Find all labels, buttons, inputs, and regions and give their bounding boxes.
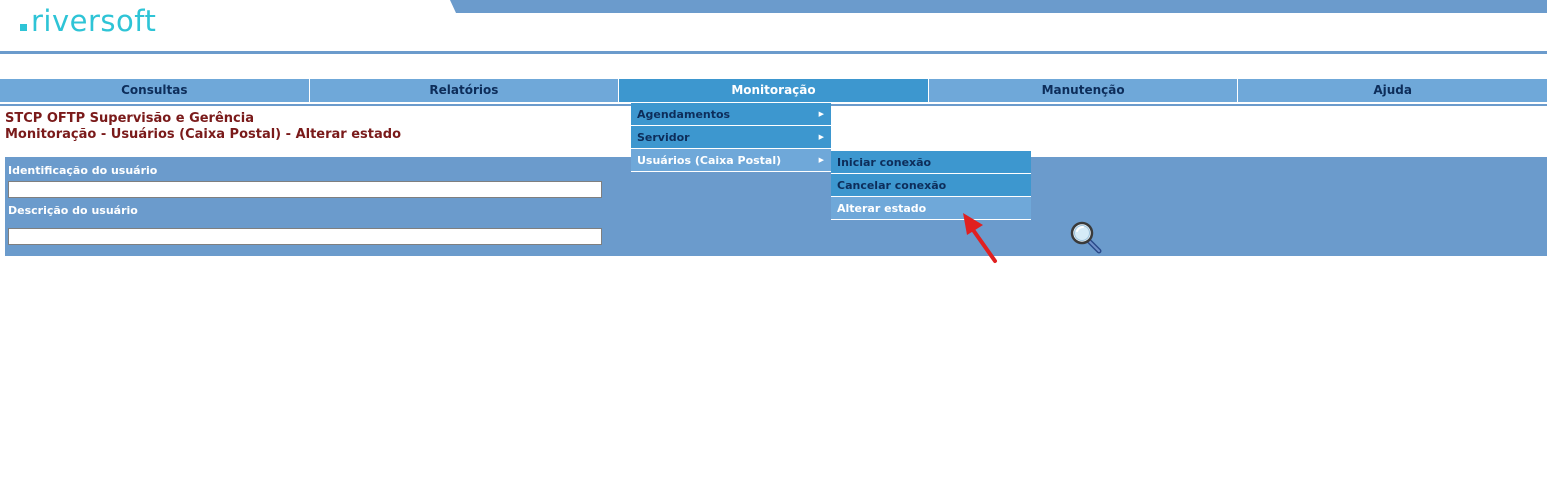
monitoracao-dropdown: Agendamentos ▶ Servidor ▶ Usuários (Caix… [631, 103, 831, 172]
menu-item-label: Alterar estado [837, 202, 927, 215]
nav-consultas[interactable]: Consultas [0, 79, 310, 102]
chevron-right-icon: ▶ [818, 133, 824, 141]
user-id-input[interactable] [8, 181, 602, 198]
submenu-item-cancelar-conexao[interactable]: Cancelar conexão [831, 174, 1031, 197]
menu-item-agendamentos[interactable]: Agendamentos ▶ [631, 103, 831, 126]
header-band [450, 0, 1547, 13]
menu-item-servidor[interactable]: Servidor ▶ [631, 126, 831, 149]
user-id-label: Identificação do usuário [8, 164, 158, 177]
chevron-right-icon: ▶ [818, 156, 824, 164]
header-divider [0, 51, 1547, 54]
riversoft-logo: riversoft [20, 2, 156, 36]
menu-item-label: Iniciar conexão [837, 156, 932, 169]
page-title: STCP OFTP Supervisão e Gerência [5, 111, 254, 126]
magnifier-icon[interactable] [1068, 221, 1106, 255]
nav-ajuda[interactable]: Ajuda [1238, 79, 1547, 102]
nav-relatorios[interactable]: Relatórios [310, 79, 620, 102]
red-arrow-annotation [963, 213, 997, 263]
page-subtitle: Monitoração - Usuários (Caixa Postal) - … [5, 127, 402, 142]
logo-text: riversoft [31, 4, 157, 38]
menu-item-label: Agendamentos [637, 108, 731, 121]
submenu-item-iniciar-conexao[interactable]: Iniciar conexão [831, 151, 1031, 174]
nav-manutencao[interactable]: Manutenção [929, 79, 1239, 102]
menu-item-label: Cancelar conexão [837, 179, 947, 192]
user-description-input[interactable] [8, 228, 602, 245]
main-nav: Consultas Relatórios Monitoração Manuten… [0, 79, 1547, 102]
user-description-label: Descrição do usuário [8, 204, 138, 217]
logo-mark [20, 24, 27, 31]
menu-item-label: Servidor [637, 131, 690, 144]
menu-item-usuarios-caixa-postal[interactable]: Usuários (Caixa Postal) ▶ [631, 149, 831, 172]
chevron-right-icon: ▶ [818, 110, 824, 118]
menu-item-label: Usuários (Caixa Postal) [637, 154, 782, 167]
nav-monitoracao[interactable]: Monitoração [619, 79, 929, 102]
page-header: STCP OFTP Supervisão e Gerência Monitora… [5, 111, 401, 143]
